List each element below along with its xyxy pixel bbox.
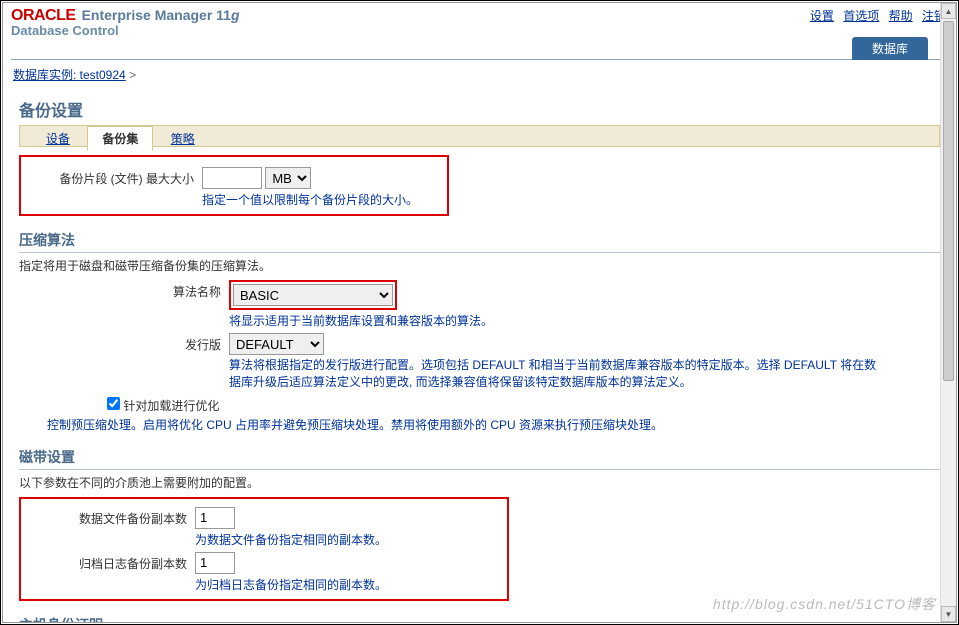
input-datafile-copies[interactable] xyxy=(195,507,235,529)
callout-backup-piece: 备份片段 (文件) 最大大小 MB 指定一个值以限制每个备份片段的大小。 xyxy=(19,155,449,216)
header: ORACLE Enterprise Manager 11g Database C… xyxy=(3,3,956,62)
scroll-down-button[interactable]: ▼ xyxy=(941,606,956,622)
hint-optimize-load: 控制预压缩处理。启用将优化 CPU 占用率并避免预压缩块处理。禁用将使用额外的 … xyxy=(47,416,940,433)
subtabs: 设备 备份集 策略 xyxy=(19,125,940,147)
page-title: 备份设置 xyxy=(19,97,940,121)
select-algorithm[interactable]: BASIC xyxy=(233,284,393,306)
product-subtitle: Database Control xyxy=(11,23,948,38)
link-help[interactable]: 帮助 xyxy=(889,9,913,23)
scroll-thumb[interactable] xyxy=(943,21,954,381)
global-links: 设置 首选项 帮助 注销 xyxy=(804,7,946,24)
checkbox-optimize-load[interactable] xyxy=(107,397,120,410)
select-backup-piece-unit[interactable]: MB xyxy=(265,167,311,189)
hint-release: 算法将根据指定的发行版进行配置。选项包括 DEFAULT 和相当于当前数据库兼容… xyxy=(229,357,879,391)
tab-policy[interactable]: 策略 xyxy=(157,127,209,150)
callout-algorithm: BASIC xyxy=(229,280,397,310)
input-archlog-copies[interactable] xyxy=(195,552,235,574)
main-tab-row: 数据库 xyxy=(11,40,948,60)
input-backup-piece-size[interactable] xyxy=(202,167,262,189)
heading-host-cred: 主机身份证明 xyxy=(19,615,940,623)
link-setup[interactable]: 设置 xyxy=(810,9,834,23)
product-name: Enterprise Manager 11g xyxy=(82,7,240,23)
label-optimize-load[interactable]: 针对加载进行优化 xyxy=(123,399,219,413)
tab-backup-set[interactable]: 备份集 xyxy=(87,126,153,151)
watermark: http://blog.csdn.net/51CTO博客 xyxy=(713,594,936,614)
tab-database[interactable]: 数据库 xyxy=(852,37,928,60)
tab-device[interactable]: 设备 xyxy=(32,127,84,150)
label-release: 发行版 xyxy=(19,333,229,353)
hint-archlog-copies: 为归档日志备份指定相同的副本数。 xyxy=(195,576,503,593)
hint-datafile-copies: 为数据文件备份指定相同的副本数。 xyxy=(195,531,503,548)
desc-tape: 以下参数在不同的介质池上需要附加的配置。 xyxy=(19,474,940,491)
desc-compression: 指定将用于磁盘和磁带压缩备份集的压缩算法。 xyxy=(19,257,940,274)
label-archlog-copies: 归档日志备份副本数 xyxy=(25,552,195,572)
heading-tape: 磁带设置 xyxy=(19,447,940,470)
label-backup-piece-size: 备份片段 (文件) 最大大小 xyxy=(27,167,202,187)
hint-backup-piece: 指定一个值以限制每个备份片段的大小。 xyxy=(202,191,441,208)
breadcrumb: 数据库实例: test0924 > xyxy=(3,62,956,87)
label-algorithm: 算法名称 xyxy=(19,280,229,300)
vertical-scrollbar[interactable]: ▲ ▼ xyxy=(940,3,956,622)
heading-compression: 压缩算法 xyxy=(19,230,940,253)
label-datafile-copies: 数据文件备份副本数 xyxy=(25,507,195,527)
hint-algorithm: 将显示适用于当前数据库设置和兼容版本的算法。 xyxy=(229,312,940,329)
link-prefs[interactable]: 首选项 xyxy=(843,9,879,23)
breadcrumb-link[interactable]: 数据库实例: test0924 xyxy=(13,68,126,82)
breadcrumb-sep: > xyxy=(129,68,136,82)
select-release[interactable]: DEFAULT xyxy=(229,333,324,355)
callout-tape-copies: 数据文件备份副本数 为数据文件备份指定相同的副本数。 归档日志备份副本数 为归档… xyxy=(19,497,509,601)
scroll-up-button[interactable]: ▲ xyxy=(941,3,956,19)
